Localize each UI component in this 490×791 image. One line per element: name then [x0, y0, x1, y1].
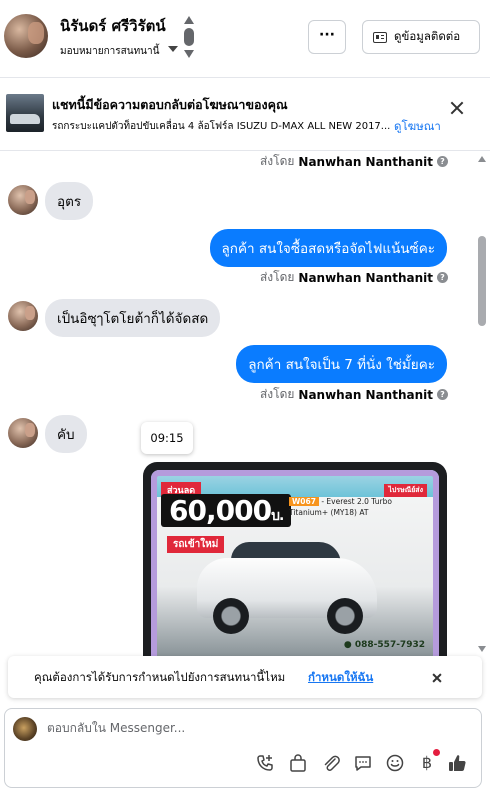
smile-icon[interactable] — [385, 753, 405, 773]
image-frame — [151, 470, 439, 656]
ad-banner-title: แชทนี้มีข้อความตอบกลับต่อโฆษณาของคุณ — [52, 97, 288, 112]
view-ad-link[interactable]: ดูโฆษณา — [394, 118, 441, 136]
agent-name: Nanwhan Nanthanit — [298, 270, 433, 285]
sent-by-prefix: ส่งโดย — [259, 270, 295, 284]
assign-reminder: คุณต้องการได้รับการกำหนดไปยังการสนทนานี้… — [8, 656, 482, 698]
incoming-message[interactable]: เป็นอิซุๅโตโยต้าก็ได้จัดสด — [45, 299, 221, 337]
baht-glyph: ฿ — [421, 753, 433, 772]
sent-by-prefix: ส่งโดย — [259, 154, 295, 168]
outgoing-message[interactable]: ลูกค้า สนใจเป็น 7 ที่นั่ง ใช่มั้ยคะ — [236, 345, 447, 383]
baht-icon[interactable]: ฿ — [417, 749, 440, 773]
chevron-up-icon[interactable] — [184, 16, 194, 24]
phone-plus-icon[interactable] — [255, 753, 275, 773]
thread-scrollbar[interactable] — [476, 152, 488, 656]
info-icon[interactable]: ? — [437, 389, 448, 400]
sent-by-label: ส่งโดย Nanwhan Nanthanit ? — [260, 152, 448, 171]
close-icon[interactable] — [449, 100, 465, 116]
assign-conversation-dropdown[interactable]: มอบหมายการสนทนานี้ — [60, 44, 159, 59]
sent-by-label: ส่งโดย Nanwhan Nanthanit ? — [260, 268, 448, 287]
thumbs-up-icon[interactable] — [447, 753, 467, 773]
avatar[interactable] — [8, 301, 38, 331]
ad-image-content: ส่วนลด 60,000บ. รถเข้าใหม่ W067 - Everes… — [151, 470, 439, 656]
contact-avatar[interactable] — [4, 14, 48, 58]
message-thread: ส่งโดย Nanwhan Nanthanit ? อุตร ลูกค้า ส… — [0, 152, 476, 656]
agent-name: Nanwhan Nanthanit — [298, 387, 433, 402]
paperclip-icon[interactable] — [321, 753, 341, 773]
ad-banner-description: รถกระบะแคปตัวท็อปขับเคลื่อน 4 ล้อโฟร์ล I… — [52, 121, 391, 132]
chevron-down-icon[interactable] — [184, 50, 194, 58]
conversation-header: นิรันดร์ ศรีวิรัตน์ มอบหมายการสนทนานี้ ·… — [0, 0, 490, 78]
conversation-switcher[interactable] — [183, 16, 195, 60]
page-avatar — [13, 717, 37, 741]
contact-card-icon — [373, 31, 387, 43]
reminder-text: คุณต้องการได้รับการกำหนดไปยังการสนทนานี้… — [34, 670, 286, 684]
shopping-bag-icon[interactable] — [288, 753, 308, 773]
view-contact-button[interactable]: ดูข้อมูลติดต่อ — [362, 20, 480, 54]
caret-down-icon[interactable] — [168, 46, 178, 52]
ad-image-attachment[interactable]: ส่วนลด 60,000บ. รถเข้าใหม่ W067 - Everes… — [143, 462, 447, 656]
faq-icon[interactable] — [353, 753, 373, 773]
incoming-message[interactable]: คับ — [45, 415, 87, 453]
view-contact-label: ดูข้อมูลติดต่อ — [394, 29, 461, 43]
scroll-thumb[interactable] — [478, 236, 486, 326]
info-icon[interactable]: ? — [437, 272, 448, 283]
agent-name: Nanwhan Nanthanit — [298, 154, 433, 169]
scroll-handle[interactable] — [184, 28, 194, 46]
avatar[interactable] — [8, 185, 38, 215]
sent-by-label: ส่งโดย Nanwhan Nanthanit ? — [260, 385, 448, 404]
notification-dot — [433, 749, 440, 756]
outgoing-message[interactable]: ลูกค้า สนใจซื้อสดหรือจัดไฟแน้นซ์คะ — [209, 229, 447, 267]
ad-reply-banner: แชทนี้มีข้อความตอบกลับต่อโฆษณาของคุณ รถก… — [0, 79, 490, 151]
scroll-up-icon[interactable] — [478, 156, 486, 162]
message-composer: ฿ — [4, 708, 482, 788]
reply-input[interactable] — [47, 721, 467, 735]
scroll-down-icon[interactable] — [478, 646, 486, 652]
info-icon[interactable]: ? — [437, 156, 448, 167]
sent-by-prefix: ส่งโดย — [259, 387, 295, 401]
timestamp-tooltip: 09:15 — [141, 422, 193, 454]
avatar[interactable] — [8, 418, 38, 448]
incoming-message[interactable]: อุตร — [45, 182, 94, 220]
assign-to-me-link[interactable]: กำหนดให้ฉัน — [308, 669, 373, 687]
more-options-button[interactable]: ··· — [308, 20, 346, 54]
contact-name[interactable]: นิรันดร์ ศรีวิรัตน์ — [60, 14, 166, 38]
ad-thumbnail[interactable] — [6, 94, 44, 132]
close-icon[interactable] — [431, 672, 442, 683]
